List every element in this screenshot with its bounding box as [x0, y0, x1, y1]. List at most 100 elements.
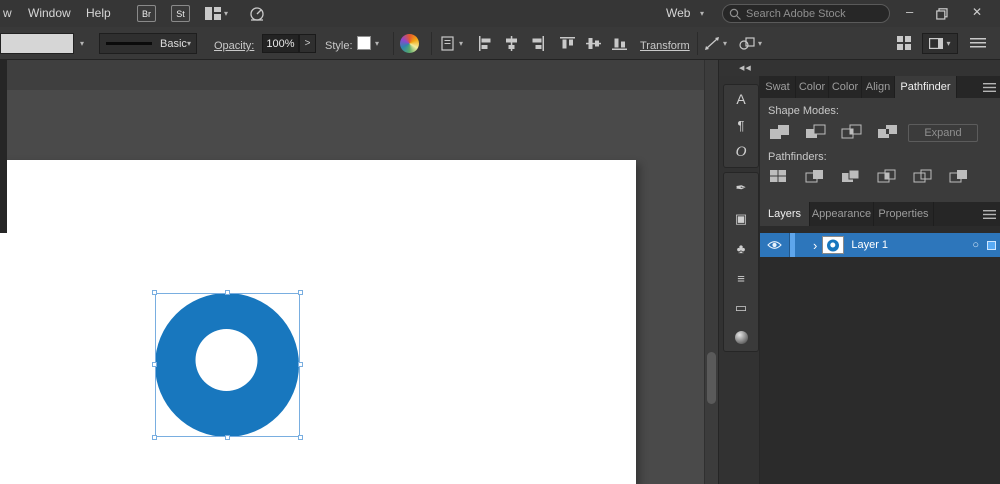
merge-icon[interactable]	[840, 168, 861, 184]
layer-row[interactable]: › Layer 1 ○	[760, 233, 1000, 257]
opacity-link[interactable]: Opacity:	[214, 40, 254, 52]
align-right-icon[interactable]	[530, 36, 545, 51]
pathfinders-label: Pathfinders:	[768, 151, 827, 163]
workspace-grid-icon[interactable]	[897, 36, 912, 51]
layer-selection-accent	[790, 233, 795, 257]
exclude-icon[interactable]	[876, 123, 899, 140]
document-setup-icon[interactable]	[441, 36, 456, 51]
chevron-down-icon[interactable]: ▾	[459, 40, 463, 48]
panel-menu-icon[interactable]	[983, 202, 1000, 226]
style-label: Style:	[325, 40, 353, 52]
symbols-panel-icon[interactable]: ♣	[737, 241, 746, 256]
tab-properties[interactable]: Properties	[874, 202, 934, 226]
scrollbar-thumb[interactable]	[707, 352, 716, 404]
vertical-align-bottom-icon[interactable]	[612, 36, 627, 51]
unite-icon[interactable]	[768, 123, 791, 140]
free-transform-icon[interactable]	[704, 36, 720, 51]
layer-selected-indicator[interactable]	[987, 241, 996, 250]
tab-align[interactable]: Align	[862, 76, 895, 98]
stock-button[interactable]: St	[171, 5, 190, 22]
control-bar: ▾ Basic ▾ Opacity: 100% > Style: ▾ ▾	[0, 27, 1000, 60]
layer-name[interactable]: Layer 1	[851, 239, 888, 251]
align-left-icon[interactable]	[478, 36, 493, 51]
tab-layers[interactable]: Layers	[760, 202, 810, 226]
appearance-panel-icon[interactable]: ▭	[735, 300, 747, 316]
panel-menu-icon[interactable]	[983, 76, 1000, 98]
collapsed-panel-group-tools: ✒ ▣ ♣ ≡ ▭	[723, 172, 759, 352]
chevron-down-icon: ▾	[946, 40, 950, 48]
shape-modes-row	[768, 123, 899, 140]
layer-expand-arrow[interactable]: ›	[813, 239, 817, 252]
chevron-down-icon[interactable]: ▾	[723, 40, 727, 48]
panel-dock: ◀◀ A ¶ O ✒ ▣ ♣ ≡ ▭ Swat Color Color Alig…	[718, 60, 1000, 484]
divide-icon[interactable]	[768, 168, 789, 184]
layer-thumbnail[interactable]	[822, 236, 844, 254]
pathfinder-panel: Shape Modes: Expand Pathf	[760, 98, 1000, 202]
panel-dock-dropdown[interactable]: ▾	[922, 33, 958, 54]
search-input[interactable]	[746, 8, 876, 20]
gpu-performance-icon[interactable]	[248, 5, 266, 21]
menu-item-help[interactable]: Help	[86, 6, 111, 20]
style-swatch[interactable]	[357, 36, 371, 50]
arrange-documents-icon[interactable]	[205, 7, 221, 20]
stroke-preview-line	[106, 42, 152, 45]
align-center-icon[interactable]	[504, 36, 519, 51]
artboard-panel-icon[interactable]: ▣	[735, 211, 747, 227]
character-panel-icon[interactable]: A	[736, 91, 745, 107]
vertical-align-center-icon[interactable]	[586, 36, 601, 51]
tab-appearance[interactable]: Appearance	[810, 202, 874, 226]
transform-link[interactable]: Transform	[640, 40, 690, 52]
expand-button[interactable]: Expand	[908, 124, 978, 142]
trim-icon[interactable]	[804, 168, 825, 184]
chevron-down-icon[interactable]: ▾	[375, 40, 379, 48]
search-adobe-stock-box[interactable]	[722, 4, 890, 23]
tab-color[interactable]: Color	[796, 76, 829, 98]
pathfinder-tab-bar: Swat Color Color Align Pathfinder	[760, 76, 1000, 98]
search-icon	[729, 8, 741, 20]
minimize-button[interactable]: –	[906, 4, 913, 19]
menu-item-view-partial[interactable]: w	[3, 6, 12, 20]
vertical-align-top-icon[interactable]	[560, 36, 575, 51]
variable-width-profile-preview[interactable]	[0, 33, 74, 54]
stroke-panel-icon[interactable]: ≡	[737, 271, 745, 286]
layer-target-circle[interactable]: ○	[972, 239, 979, 251]
recolor-artwork-icon[interactable]	[400, 34, 419, 53]
vertical-scrollbar[interactable]	[704, 60, 718, 484]
chevron-down-icon[interactable]: ▾	[224, 10, 228, 18]
layers-panel[interactable]: › Layer 1 ○	[760, 226, 1000, 484]
donut-shape[interactable]	[145, 283, 309, 447]
tab-color-guide[interactable]: Color	[829, 76, 862, 98]
bridge-button[interactable]: Br	[137, 5, 156, 22]
dock-header: ◀◀	[719, 60, 1000, 76]
artboard[interactable]	[0, 160, 636, 484]
crop-icon[interactable]	[876, 168, 897, 184]
tab-swatches[interactable]: Swat	[760, 76, 796, 98]
minus-back-icon[interactable]	[948, 168, 969, 184]
illustrator-window: w Window Help Br St ▾ Web ▾ – ✕ ▾	[0, 0, 1000, 484]
chevron-down-icon[interactable]: ▾	[700, 10, 704, 18]
gradient-panel-icon[interactable]	[735, 331, 748, 344]
opacity-stepper-button[interactable]: >	[299, 34, 316, 53]
width-tool-panel-icon[interactable]: ✒	[736, 180, 747, 196]
intersect-icon[interactable]	[840, 123, 863, 140]
chevron-down-icon[interactable]: ▾	[80, 40, 84, 48]
menu-item-window[interactable]: Window	[28, 6, 71, 20]
control-bar-menu-icon[interactable]	[970, 38, 986, 48]
opentype-panel-icon[interactable]: O	[736, 144, 747, 161]
minus-front-icon[interactable]	[804, 123, 827, 140]
close-button[interactable]: ✕	[972, 5, 982, 19]
outline-icon[interactable]	[912, 168, 933, 184]
chevron-down-icon[interactable]: ▾	[758, 40, 762, 48]
visibility-toggle[interactable]	[760, 233, 790, 257]
donut-hole	[196, 329, 258, 391]
layers-tab-bar: Layers Appearance Properties	[760, 202, 1000, 226]
window-edge-strip	[0, 60, 7, 233]
shape-builder-icon[interactable]	[739, 36, 755, 51]
paragraph-panel-icon[interactable]: ¶	[738, 118, 745, 133]
workspace-switcher[interactable]: Web	[666, 6, 690, 20]
collapse-panels-icon[interactable]: ◀◀	[739, 64, 752, 72]
opacity-value-field[interactable]: 100%	[262, 34, 299, 53]
restore-button[interactable]	[936, 8, 948, 20]
tab-pathfinder[interactable]: Pathfinder	[895, 76, 957, 98]
brush-definition-dropdown[interactable]: Basic ▾	[99, 33, 197, 54]
